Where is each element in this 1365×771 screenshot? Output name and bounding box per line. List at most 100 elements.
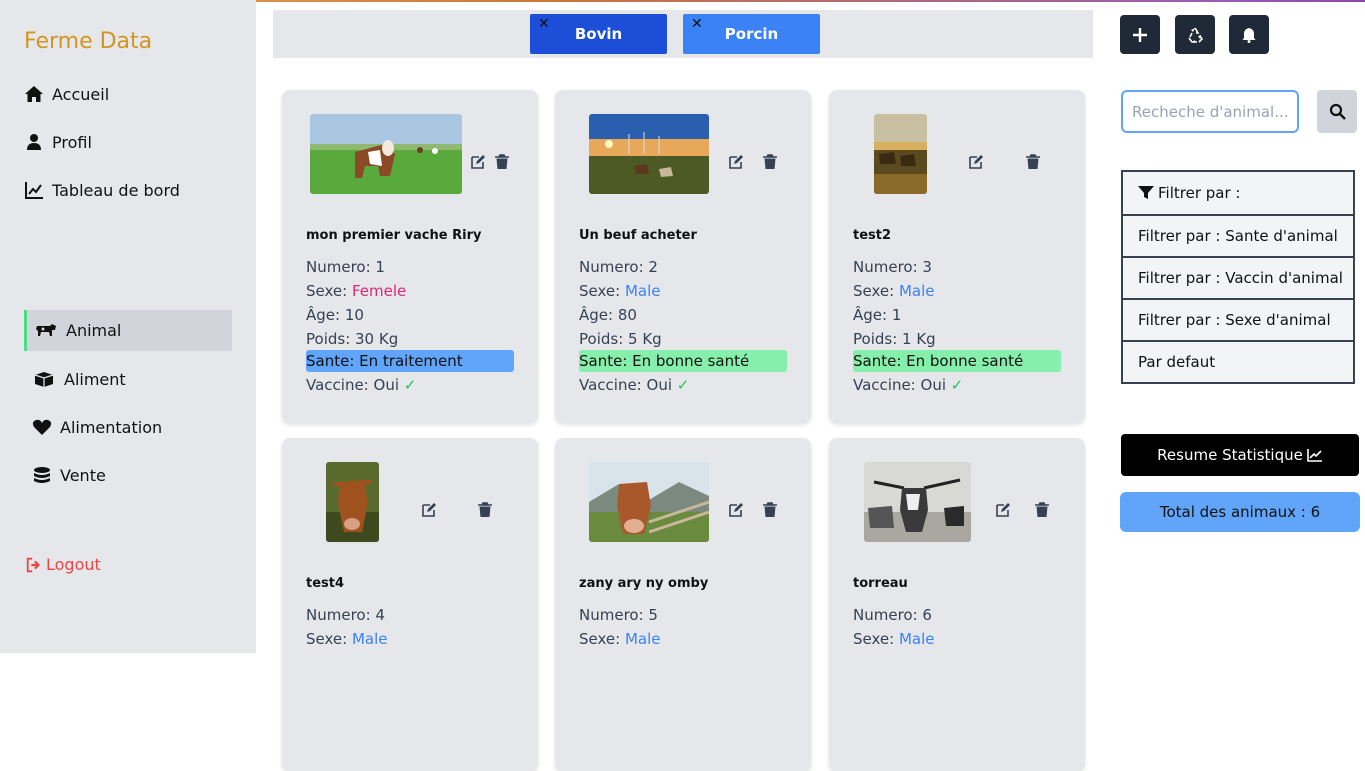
- trash-icon[interactable]: [1025, 154, 1041, 170]
- add-button[interactable]: [1120, 15, 1160, 54]
- animal-card: test2 Numero: 3 Sexe: Male Âge: 1 Poids:…: [829, 90, 1085, 423]
- animal-age: Âge: 80: [579, 306, 637, 324]
- sidebar-item-label: Profil: [52, 132, 92, 152]
- chart-line-icon: [1307, 449, 1322, 462]
- animal-sexe: Sexe: Male: [579, 630, 661, 648]
- sidebar-item-label: Accueil: [52, 84, 110, 104]
- sidebar-item-profil[interactable]: Profil: [24, 127, 92, 157]
- check-icon: ✓: [403, 376, 417, 394]
- animal-name: test2: [853, 228, 892, 243]
- filter-header: Filtrer par :: [1123, 172, 1353, 214]
- animal-card: mon premier vache Riry Numero: 1 Sexe: F…: [282, 90, 538, 423]
- sidebar-item-accueil[interactable]: Accueil: [24, 79, 109, 109]
- sidebar-item-animal[interactable]: Animal: [34, 315, 121, 345]
- sidebar-item-aliment[interactable]: Aliment: [34, 364, 126, 394]
- close-icon[interactable]: ✕: [538, 16, 550, 32]
- trash-icon[interactable]: [762, 154, 778, 170]
- brand-title: Ferme Data: [24, 29, 153, 54]
- filter-option-sante[interactable]: Filtrer par : Sante d'animal: [1123, 214, 1353, 256]
- chart-line-icon: [25, 182, 43, 199]
- animal-photo: [589, 462, 709, 542]
- animal-name: zany ary ny omby: [579, 576, 709, 591]
- filter-icon: [1138, 186, 1154, 199]
- animal-numero: Numero: 4: [306, 606, 385, 624]
- animal-age: Âge: 1: [853, 306, 902, 324]
- animal-card: test4 Numero: 4 Sexe: Male: [282, 438, 538, 771]
- edit-icon[interactable]: [421, 502, 437, 518]
- animal-sante-badge: Sante: En bonne santé: [579, 350, 787, 372]
- animal-photo: [874, 114, 927, 194]
- animal-age: Âge: 10: [306, 306, 364, 324]
- category-porcin-button[interactable]: ✕ Porcin: [683, 14, 820, 54]
- filter-option-vaccin[interactable]: Filtrer par : Vaccin d'animal: [1123, 256, 1353, 298]
- cow-icon: [36, 324, 56, 336]
- trash-icon[interactable]: [762, 502, 778, 518]
- filter-option-defaut[interactable]: Par defaut: [1123, 340, 1353, 382]
- animal-card: torreau Numero: 6 Sexe: Male: [829, 438, 1085, 771]
- animal-sexe: Sexe: Male: [853, 630, 935, 648]
- search-input[interactable]: [1121, 90, 1299, 133]
- search-icon: [1329, 103, 1346, 120]
- animal-numero: Numero: 6: [853, 606, 932, 624]
- trash-icon[interactable]: [477, 502, 493, 518]
- animal-numero: Numero: 2: [579, 258, 658, 276]
- animal-numero: Numero: 1: [306, 258, 385, 276]
- animal-poids: Poids: 30 Kg: [306, 330, 399, 348]
- animal-vaccine: Vaccine: Oui ✓: [853, 376, 964, 394]
- sidebar-item-label: Aliment: [64, 369, 126, 389]
- edit-icon[interactable]: [728, 502, 744, 518]
- animal-photo: [864, 462, 971, 542]
- animal-photo: [326, 462, 379, 542]
- sidebar-item-label: Tableau de bord: [52, 180, 180, 200]
- category-porcin-label: Porcin: [724, 25, 779, 43]
- trash-icon[interactable]: [1034, 502, 1050, 518]
- sidebar-item-label: Vente: [60, 465, 106, 485]
- edit-icon[interactable]: [995, 502, 1011, 518]
- user-icon: [27, 134, 41, 150]
- animal-sexe: Sexe: Male: [579, 282, 661, 300]
- animal-name: Un beuf acheter: [579, 228, 697, 243]
- close-icon[interactable]: ✕: [691, 16, 703, 32]
- sidebar-item-label: Alimentation: [60, 417, 163, 437]
- total-animals-badge: Total des animaux : 6: [1120, 492, 1360, 532]
- animal-photo: [589, 114, 709, 194]
- animal-vaccine: Vaccine: Oui ✓: [306, 376, 417, 394]
- stats-summary-button[interactable]: Resume Statistique: [1121, 434, 1359, 476]
- category-bar: ✕ Bovin ✕ Porcin: [273, 10, 1093, 58]
- sidebar-item-vente[interactable]: Vente: [32, 460, 106, 490]
- animal-numero: Numero: 5: [579, 606, 658, 624]
- filter-list: Filtrer par : Filtrer par : Sante d'anim…: [1121, 170, 1355, 384]
- check-icon: ✓: [676, 376, 690, 394]
- trash-icon[interactable]: [494, 154, 510, 170]
- heart-icon: [32, 419, 52, 435]
- sidebar: Ferme Data Accueil Profil Tableau de bor…: [0, 0, 256, 653]
- search-button[interactable]: [1317, 90, 1357, 133]
- animal-poids: Poids: 1 Kg: [853, 330, 936, 348]
- notification-button[interactable]: [1229, 15, 1269, 54]
- animal-sexe: Sexe: Male: [853, 282, 935, 300]
- category-bovin-label: Bovin: [574, 25, 623, 43]
- animal-numero: Numero: 3: [853, 258, 932, 276]
- edit-icon[interactable]: [470, 154, 486, 170]
- edit-icon[interactable]: [968, 154, 984, 170]
- logout-icon: [26, 557, 41, 572]
- category-bovin-button[interactable]: ✕ Bovin: [530, 14, 667, 54]
- animal-sante-badge: Sante: En bonne santé: [853, 350, 1061, 372]
- logout-link[interactable]: Logout: [24, 555, 101, 574]
- coins-icon: [34, 467, 50, 483]
- animal-poids: Poids: 5 Kg: [579, 330, 662, 348]
- animal-name: torreau: [853, 576, 908, 591]
- filter-option-sexe[interactable]: Filtrer par : Sexe d'animal: [1123, 298, 1353, 340]
- animal-name: mon premier vache Riry: [306, 228, 482, 243]
- sidebar-item-label: Animal: [66, 320, 122, 340]
- sidebar-item-alimentation[interactable]: Alimentation: [32, 412, 162, 442]
- animal-sexe: Sexe: Femele: [306, 282, 407, 300]
- bell-icon: [1242, 27, 1256, 43]
- logout-label: Logout: [46, 555, 101, 574]
- animal-name: test4: [306, 576, 345, 591]
- recycle-button[interactable]: [1175, 15, 1215, 54]
- edit-icon[interactable]: [728, 154, 744, 170]
- animal-sante-badge: Sante: En traitement: [306, 350, 514, 372]
- filter-title: Filtrer par :: [1158, 184, 1241, 202]
- sidebar-item-tableau-de-bord[interactable]: Tableau de bord: [24, 175, 180, 205]
